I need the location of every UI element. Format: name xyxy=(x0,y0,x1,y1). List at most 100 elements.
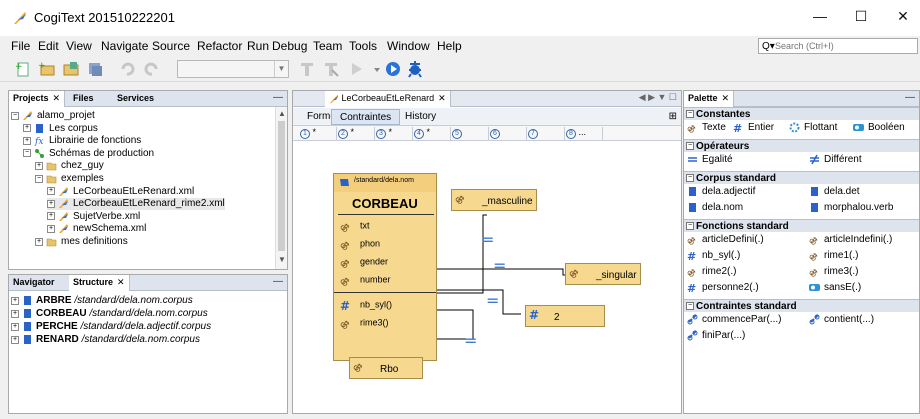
palette-item[interactable]: morphalou.verb xyxy=(808,201,893,215)
expand-icon[interactable]: + xyxy=(47,187,55,196)
close-window-button[interactable]: ✕ xyxy=(893,8,913,25)
palette-item[interactable]: dela.adjectif xyxy=(686,185,755,199)
palette-item[interactable]: commencePar(...) xyxy=(686,313,781,327)
palette-item[interactable]: ⚣ articleIndefini(.) xyxy=(808,233,892,247)
tree-item[interactable]: + newSchema.xml xyxy=(47,223,146,235)
step-tab-6[interactable]: 6 xyxy=(487,127,527,140)
palette-item[interactable]: dela.det xyxy=(808,185,860,199)
collapse-icon[interactable]: − xyxy=(686,222,694,230)
palette-item[interactable]: Différent xyxy=(808,153,862,167)
scroll-up-icon[interactable]: ▲ xyxy=(276,109,288,121)
palette-item[interactable]: Flottant xyxy=(788,121,837,135)
palette-section-header[interactable]: − Contraintes standard xyxy=(684,299,919,312)
expand-icon[interactable]: + xyxy=(11,309,19,318)
expand-icon[interactable]: + xyxy=(23,124,31,133)
palette-item[interactable]: ⚣ articleDefini(.) xyxy=(686,233,764,247)
palette-section-header[interactable]: − Fonctions standard xyxy=(684,219,919,232)
projects-scrollbar[interactable]: ▲ ▼ xyxy=(275,107,287,269)
tab-navigator[interactable]: Navigator xyxy=(9,275,59,291)
search-icon[interactable]: Q▾ xyxy=(762,41,775,52)
build-icon[interactable] xyxy=(298,60,316,78)
step-tab-4[interactable]: 4 * xyxy=(411,127,451,140)
node-attribute[interactable]: # nb_syl() xyxy=(340,299,392,313)
palette-section-header[interactable]: − Opérateurs xyxy=(684,139,919,152)
palette-item[interactable]: # nb_syl(.) xyxy=(686,249,740,263)
palette-section-header[interactable]: − Constantes xyxy=(684,107,919,120)
step-tab-2[interactable]: 2 * xyxy=(335,127,375,140)
node-attribute[interactable]: ⚣ txt xyxy=(340,220,370,232)
tree-item[interactable]: + chez_guy xyxy=(35,160,104,172)
palette-item[interactable]: finiPar(...) xyxy=(686,329,745,343)
tab-services[interactable]: Services xyxy=(113,91,158,107)
undo-icon[interactable] xyxy=(118,60,136,78)
palette-section-header[interactable]: − Corpus standard xyxy=(684,171,919,184)
expand-icon[interactable]: + xyxy=(35,161,43,170)
new-file-icon[interactable]: + xyxy=(14,60,32,78)
close-icon[interactable]: ✕ xyxy=(722,93,730,103)
debug-icon[interactable] xyxy=(384,60,402,78)
menu-run[interactable]: Run xyxy=(247,39,269,53)
menu-window[interactable]: Window xyxy=(387,39,430,53)
palette-item[interactable]: Egalité xyxy=(686,153,733,167)
structure-item[interactable]: + RENARD /standard/dela.nom.corpus xyxy=(11,334,200,347)
tree-item[interactable]: + LeCorbeauEtLeRenard.xml xyxy=(47,186,194,198)
chevron-down-icon[interactable]: ▼ xyxy=(274,61,288,77)
tab-navigation-controls[interactable]: ◀ ▶ ▼ ☐ xyxy=(639,92,677,103)
collapse-icon[interactable]: − xyxy=(686,110,694,118)
tree-item[interactable]: − alamo_projet xyxy=(11,110,95,122)
menu-edit[interactable]: Edit xyxy=(38,39,59,53)
palette-item[interactable]: # Entier xyxy=(732,121,774,135)
expand-icon[interactable]: + xyxy=(11,335,19,344)
minimize-panel-button[interactable]: — xyxy=(273,276,283,287)
node-attribute[interactable]: ⚣ number xyxy=(340,274,391,286)
menu-navigate[interactable]: Navigate xyxy=(101,39,148,53)
step-tab-8[interactable]: 8 ... xyxy=(563,127,603,140)
structure-item[interactable]: + PERCHE /standard/dela.adjectif.corpus xyxy=(11,321,211,334)
tab-palette[interactable]: Palette ✕ xyxy=(684,91,735,107)
value-node[interactable]: ⚣ _singular xyxy=(565,263,641,285)
expand-icon[interactable]: ⊞ xyxy=(669,111,677,122)
palette-item[interactable]: sansE(.) xyxy=(808,281,861,295)
tree-item[interactable]: + mes definitions xyxy=(35,236,128,248)
palette-item[interactable]: ⚣ rime2(.) xyxy=(686,265,736,279)
expand-icon[interactable]: + xyxy=(47,224,55,233)
tree-item[interactable]: + SujetVerbe.xml xyxy=(47,211,140,223)
palette-item[interactable]: ⚣ Texte xyxy=(686,121,726,135)
collapse-icon[interactable]: − xyxy=(686,174,694,182)
subtab-history[interactable]: History xyxy=(397,109,444,125)
profile-icon[interactable] xyxy=(406,60,424,78)
step-tab-7[interactable]: 7 xyxy=(525,127,565,140)
palette-item[interactable]: Booléen xyxy=(852,121,905,135)
subtab-contraintes[interactable]: Contraintes xyxy=(331,109,401,125)
expand-icon[interactable]: + xyxy=(47,199,55,208)
value-node[interactable]: ⚣ Rbo xyxy=(349,357,423,379)
tree-item[interactable]: − exemples xyxy=(35,173,104,185)
clean-build-icon[interactable] xyxy=(322,60,340,78)
expand-icon[interactable]: + xyxy=(47,212,55,221)
run-icon[interactable] xyxy=(348,60,366,78)
palette-item[interactable]: # personne2(.) xyxy=(686,281,759,295)
save-all-icon[interactable] xyxy=(86,60,104,78)
palette-item[interactable]: dela.nom xyxy=(686,201,743,215)
structure-item[interactable]: + CORBEAU /standard/dela.nom.corpus xyxy=(11,308,208,321)
node-attribute[interactable]: ⚣ rime3() xyxy=(340,317,389,329)
menu-refactor[interactable]: Refactor xyxy=(197,39,242,53)
palette-item[interactable]: ⚣ rime3(.) xyxy=(808,265,858,279)
tree-item[interactable]: − Schémas de production xyxy=(23,148,154,160)
menu-tools[interactable]: Tools xyxy=(349,39,377,53)
collapse-icon[interactable]: − xyxy=(686,302,694,310)
corbeau-node[interactable]: /standard/dela.nom CORBEAU ⚣ txt ⚣ phon ⚣ gen… xyxy=(333,173,437,361)
open-project-icon[interactable] xyxy=(62,60,80,78)
tab-projects[interactable]: Projects ✕ xyxy=(9,91,66,107)
collapse-icon[interactable]: − xyxy=(11,111,19,120)
expand-icon[interactable]: + xyxy=(11,296,19,305)
tab-files[interactable]: Files xyxy=(69,91,98,107)
palette-item[interactable]: contient(...) xyxy=(808,313,874,327)
menu-file[interactable]: File xyxy=(11,39,30,53)
expand-icon[interactable]: + xyxy=(11,322,19,331)
close-icon[interactable]: ✕ xyxy=(438,93,446,103)
menu-help[interactable]: Help xyxy=(437,39,462,53)
collapse-icon[interactable]: − xyxy=(23,149,31,158)
value-node[interactable]: #2 xyxy=(525,305,605,327)
structure-item[interactable]: + ARBRE /standard/dela.nom.corpus xyxy=(11,295,193,308)
